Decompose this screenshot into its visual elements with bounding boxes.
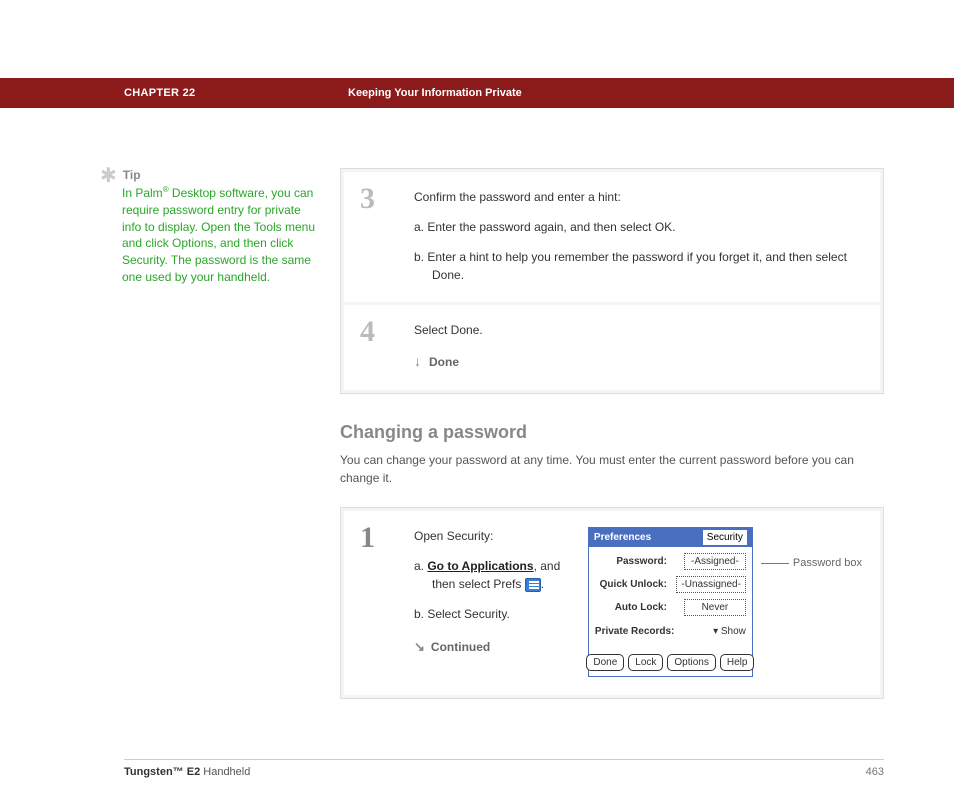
chapter-title: Keeping Your Information Private: [348, 87, 522, 99]
section-description: You can change your password at any time…: [340, 451, 884, 487]
tip-body-text: Desktop software, you can require passwo…: [122, 186, 315, 284]
palm-password-label: Password:: [595, 554, 667, 569]
page-number: 463: [866, 766, 884, 778]
sidebar-tip: ✱ Tip In Palm® Desktop software, you can…: [100, 168, 320, 727]
go-to-applications-link[interactable]: Go to Applications: [427, 559, 533, 573]
tip-label: Tip: [123, 168, 141, 182]
step-number-4: 4: [344, 305, 414, 390]
step4-lead: Select Done.: [414, 321, 862, 339]
continued-label: Continued: [431, 638, 490, 656]
step-number-1: 1: [344, 511, 414, 695]
palm-quickunlock-label: Quick Unlock:: [595, 577, 667, 592]
palm-private-label: Private Records:: [595, 624, 674, 639]
page-footer: Tungsten™ E2 Handheld 463: [124, 759, 884, 808]
section-heading: Changing a password: [340, 422, 884, 443]
step3-b: b. Enter a hint to help you remember the…: [414, 248, 862, 284]
step-4: 4 Select Done. ↓ Done: [344, 305, 880, 390]
palm-password-field[interactable]: -Assigned-: [684, 553, 746, 570]
palm-private-value-text: Show: [721, 626, 746, 637]
done-label: Done: [429, 353, 459, 371]
palm-private-value[interactable]: ▾ Show: [713, 624, 746, 639]
step1-a: a. Go to Applications, and then select P…: [414, 557, 570, 593]
palm-options-button[interactable]: Options: [667, 654, 715, 671]
step-box-top: 3 Confirm the password and enter a hint:…: [340, 168, 884, 394]
palm-help-button[interactable]: Help: [720, 654, 755, 671]
palm-title-left: Preferences: [594, 530, 651, 545]
palm-lock-button[interactable]: Lock: [628, 654, 663, 671]
tip-body: In Palm® Desktop software, you can requi…: [122, 184, 320, 286]
continued-arrow-icon: ↘: [414, 637, 425, 657]
callout-line: [761, 563, 789, 564]
palm-title-right: Security: [703, 530, 747, 545]
step1-a-end: .: [541, 577, 544, 591]
palm-screenshot: Preferences Security Password: -Assigned…: [588, 527, 862, 677]
palm-quickunlock-field[interactable]: -Unassigned-: [676, 576, 745, 593]
step-1: 1 Open Security: a. Go to Applications, …: [344, 511, 880, 695]
step-number-3: 3: [344, 172, 414, 302]
tip-asterisk-icon: ✱: [100, 170, 117, 182]
step-3: 3 Confirm the password and enter a hint:…: [344, 172, 880, 302]
chapter-header: CHAPTER 22 Keeping Your Information Priv…: [0, 78, 954, 108]
palm-done-button[interactable]: Done: [586, 654, 624, 671]
step1-lead: Open Security:: [414, 527, 570, 545]
prefs-icon: [525, 578, 541, 592]
done-arrow-icon: ↓: [414, 351, 421, 372]
palm-autolock-field[interactable]: Never: [684, 599, 746, 616]
chapter-number: CHAPTER 22: [124, 87, 195, 99]
callout-password-box: Password box: [793, 555, 862, 572]
product-name: Tungsten™ E2 Handheld: [124, 766, 250, 778]
product-bold: Tungsten™ E2: [124, 766, 200, 778]
palm-autolock-label: Auto Lock:: [595, 600, 667, 615]
tip-prefix: In Palm: [122, 186, 163, 200]
step3-lead: Confirm the password and enter a hint:: [414, 188, 862, 206]
step-box-bottom: 1 Open Security: a. Go to Applications, …: [340, 507, 884, 699]
step1-a-pre: a.: [414, 559, 427, 573]
step1-b: b. Select Security.: [414, 605, 570, 623]
step3-a: a. Enter the password again, and then se…: [414, 218, 862, 236]
product-rest: Handheld: [200, 766, 250, 778]
